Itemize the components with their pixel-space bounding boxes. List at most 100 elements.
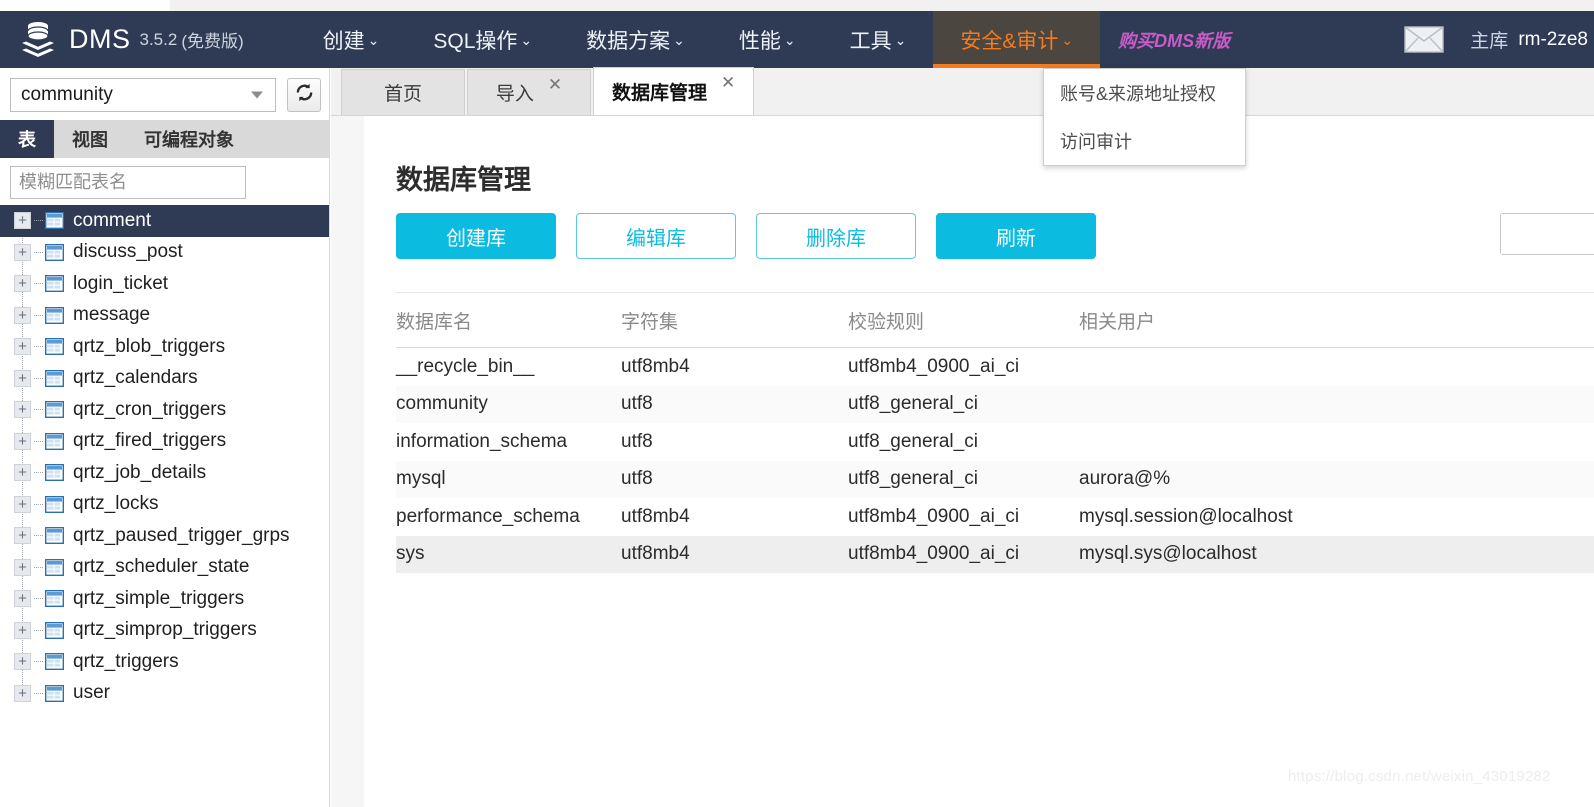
header-right-cluster: 主库 rm-2ze8	[1404, 26, 1594, 53]
table-row[interactable]: __recycle_bin__ utf8mb4 utf8mb4_0900_ai_ci	[396, 348, 1594, 386]
expand-icon[interactable]: +	[14, 275, 31, 293]
table-filter-input[interactable]	[10, 166, 246, 199]
tree-item-qrtz_calendars[interactable]: + qrtz_calendars	[0, 363, 329, 395]
column-header-users: 相关用户	[1079, 311, 1156, 333]
tree-item-label: qrtz_locks	[73, 493, 159, 515]
edit-database-button[interactable]: 编辑库	[576, 213, 736, 259]
envelope-icon[interactable]	[1404, 26, 1444, 53]
tree-item-login_ticket[interactable]: + login_ticket	[0, 268, 329, 300]
tree-item-qrtz_paused_trigger_grps[interactable]: + qrtz_paused_trigger_grps	[0, 520, 329, 552]
expand-icon[interactable]: +	[14, 527, 31, 545]
expand-icon[interactable]: +	[14, 243, 31, 261]
tree-item-label: qrtz_blob_triggers	[73, 335, 226, 357]
brand-edition: (免费版)	[181, 32, 244, 51]
tree-item-qrtz_job_details[interactable]: + qrtz_job_details	[0, 457, 329, 489]
expand-icon[interactable]: +	[14, 590, 31, 608]
expand-icon[interactable]: +	[14, 401, 31, 419]
expand-icon[interactable]: +	[14, 495, 31, 513]
expand-icon[interactable]: +	[14, 464, 31, 482]
expand-icon[interactable]: +	[14, 684, 31, 702]
table-icon	[44, 653, 65, 671]
nav-item-performance[interactable]: 性能 ⌄	[712, 11, 823, 68]
expand-icon[interactable]: +	[14, 432, 31, 450]
table-row[interactable]: community utf8 utf8_general_ci	[396, 385, 1594, 423]
expand-icon[interactable]: +	[14, 369, 31, 387]
refresh-button[interactable]	[287, 78, 321, 112]
tree-item-label: qrtz_cron_triggers	[73, 398, 227, 420]
expand-icon[interactable]: +	[14, 653, 31, 671]
database-search-input[interactable]	[1501, 214, 1594, 254]
tree-item-qrtz_fired_triggers[interactable]: + qrtz_fired_triggers	[0, 426, 329, 458]
tree-item-label: qrtz_triggers	[73, 650, 179, 672]
expand-icon[interactable]: +	[14, 212, 31, 230]
nav-item-create[interactable]: 创建 ⌄	[296, 11, 407, 68]
security-audit-dropdown: 账号&来源地址授权 访问审计	[1043, 68, 1246, 166]
table-cell: sys	[396, 543, 425, 565]
tree-item-qrtz_cron_triggers[interactable]: + qrtz_cron_triggers	[0, 394, 329, 426]
brand-name: DMS	[69, 24, 131, 54]
nav-item-create-label: 创建	[322, 29, 365, 53]
close-icon[interactable]: ✕	[548, 76, 562, 93]
nav-item-security-audit[interactable]: 安全&审计 ⌄	[933, 11, 1101, 68]
tab-home-label: 首页	[383, 84, 422, 105]
tree-item-user[interactable]: + user	[0, 678, 329, 710]
tree-item-label: user	[73, 682, 110, 704]
expand-icon[interactable]: +	[14, 621, 31, 639]
tree-item-comment[interactable]: + comment	[0, 205, 329, 237]
object-tab-views[interactable]: 视图	[54, 120, 126, 158]
tree-item-label: discuss_post	[73, 241, 183, 263]
tree-item-qrtz_blob_triggers[interactable]: + qrtz_blob_triggers	[0, 331, 329, 363]
table-icon	[44, 621, 65, 639]
tree-item-qrtz_locks[interactable]: + qrtz_locks	[0, 489, 329, 521]
database-search-box[interactable]	[1500, 213, 1594, 255]
refresh-button[interactable]: 刷新	[936, 213, 1096, 259]
table-cell: utf8mb4_0900_ai_ci	[848, 505, 1020, 527]
window-top-strip	[0, 0, 1594, 11]
object-tab-programmable[interactable]: 可编程对象	[126, 120, 252, 158]
close-icon[interactable]: ✕	[721, 74, 735, 91]
database-select[interactable]: community	[10, 78, 276, 112]
table-filter-row	[0, 158, 329, 205]
column-header-charset: 字符集	[621, 311, 679, 333]
tab-database-management[interactable]: 数据库管理 ✕	[593, 67, 755, 115]
buy-new-dms-link[interactable]: 购买DMS新版	[1118, 27, 1230, 53]
column-header-collation: 校验规则	[848, 311, 925, 333]
page-title: 数据库管理	[396, 165, 531, 195]
nav-item-tools[interactable]: 工具 ⌄	[823, 11, 934, 68]
chevron-down-icon: ⌄	[673, 31, 685, 48]
table-row[interactable]: sys utf8mb4 utf8mb4_0900_ai_ci mysql.sys@lo…	[396, 535, 1594, 573]
chevron-down-icon: ⌄	[783, 31, 796, 48]
nav-item-data-scheme[interactable]: 数据方案 ⌄	[559, 11, 712, 68]
nav-item-data-scheme-label: 数据方案	[586, 29, 671, 53]
table-cell: utf8	[621, 393, 653, 415]
table-cell: mysql	[396, 468, 446, 490]
delete-database-button[interactable]: 删除库	[756, 213, 916, 259]
table-cell: mysql.sys@localhost	[1079, 543, 1257, 565]
tree-item-message[interactable]: + message	[0, 300, 329, 332]
table-row[interactable]: information_schema utf8 utf8_general_ci	[396, 423, 1594, 461]
create-database-button[interactable]: 创建库	[396, 213, 556, 259]
brand-logo[interactable]: DMS 3.5.2 (免费版)	[0, 20, 244, 60]
table-icon	[44, 558, 65, 576]
tree-item-qrtz_triggers[interactable]: + qrtz_triggers	[0, 646, 329, 678]
content-tabbar: 首页 导入 ✕ 数据库管理 ✕	[331, 67, 1594, 116]
tab-import[interactable]: 导入 ✕	[467, 69, 591, 115]
main-content: 首页 导入 ✕ 数据库管理 ✕ 数据库管理 创建库 编辑库 删除库 刷新 数据库…	[331, 67, 1594, 807]
primary-db-instance: rm-2ze8	[1518, 28, 1588, 50]
tree-item-qrtz_scheduler_state[interactable]: + qrtz_scheduler_state	[0, 552, 329, 584]
nav-item-sql[interactable]: SQL操作 ⌄	[406, 11, 559, 68]
tree-item-qrtz_simprop_triggers[interactable]: + qrtz_simprop_triggers	[0, 615, 329, 647]
menu-item-account-source-auth[interactable]: 账号&来源地址授权	[1044, 69, 1245, 117]
table-row[interactable]: performance_schema utf8mb4 utf8mb4_0900_ai…	[396, 498, 1594, 536]
table-row[interactable]: mysql utf8 utf8_general_ci aurora@%	[396, 460, 1594, 498]
object-tab-tables[interactable]: 表	[0, 120, 54, 158]
expand-icon[interactable]: +	[14, 338, 31, 356]
expand-icon[interactable]: +	[14, 558, 31, 576]
expand-icon[interactable]: +	[14, 306, 31, 324]
menu-item-access-audit[interactable]: 访问审计	[1044, 117, 1245, 165]
tree-item-qrtz_simple_triggers[interactable]: + qrtz_simple_triggers	[0, 583, 329, 615]
tab-home[interactable]: 首页	[341, 69, 465, 115]
tree-item-discuss_post[interactable]: + discuss_post	[0, 237, 329, 269]
table-icon	[44, 275, 65, 293]
column-header-db-name: 数据库名	[396, 311, 473, 333]
